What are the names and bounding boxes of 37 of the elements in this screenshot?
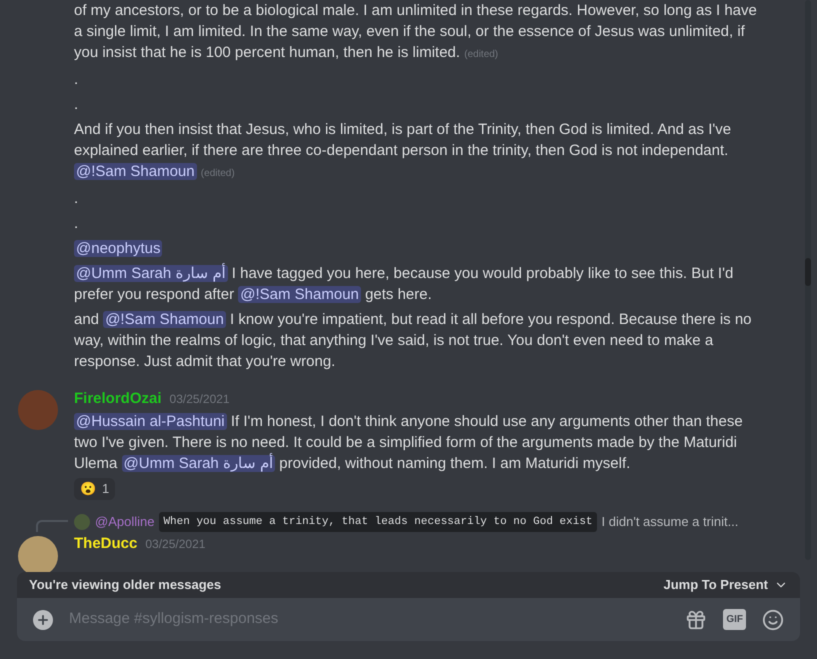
timestamp: 03/25/2021 (170, 391, 230, 408)
scrollbar-track[interactable] (805, 0, 811, 560)
jump-to-present-button[interactable]: Jump To Present (663, 575, 788, 595)
reaction-count: 1 (102, 480, 110, 498)
message-text: . (74, 70, 80, 90)
reply-connector (36, 520, 68, 532)
user-mention[interactable]: @!Sam Shamoun (238, 286, 361, 303)
gif-button[interactable]: GIF (723, 609, 746, 630)
add-attachment-button[interactable] (33, 610, 53, 630)
reply-author[interactable]: @Apolline (95, 512, 154, 532)
reply-code: When you assume a trinity, that leads necessarily to no God exist (159, 512, 597, 532)
scrollbar-thumb[interactable] (805, 258, 811, 286)
older-messages-text: You're viewing older messages (29, 576, 222, 594)
user-mention[interactable]: @neophytus (74, 240, 162, 257)
message-text: . (74, 214, 80, 234)
user-mention[interactable]: @Umm Sarah أم سارة (122, 454, 276, 472)
message-text: of my ancestors, or to be a biological male. I am unlimited in these regards. However, so long as I have a single limit, I am limited. In the same way, even if the soul, or the essence of Jesus was unlimited, if you insist that he is 100 percent human, then he is limited. (edited) (74, 1, 758, 63)
message-text: And if you then insist that Jesus, who is limited, is part of the Trinity, then God is limited. And as I've explained earlier, if there are three co-dependant person in the trinity, then God is not independant. @!Sam Shamoun (edited) (74, 120, 732, 182)
timestamp: 03/25/2021 (145, 536, 206, 553)
message-text: . (74, 95, 80, 115)
author-name[interactable]: FirelordOzai (74, 388, 162, 410)
user-mention[interactable]: @Umm Sarah أم سارة (74, 265, 228, 282)
reaction-pill[interactable]: 😮 1 (74, 478, 116, 500)
edited-label: (edited) (200, 168, 235, 179)
user-mention[interactable]: @!Sam Shamoun (103, 311, 226, 328)
message-text: . (74, 189, 80, 209)
user-mention[interactable]: @Hussain al-Pashtuni (74, 412, 227, 430)
user-mention[interactable]: @!Sam Shamoun (74, 163, 197, 180)
plus-icon (36, 612, 50, 626)
reply-avatar (74, 514, 90, 530)
gift-icon[interactable] (685, 608, 708, 630)
author-name[interactable]: TheDucc (74, 533, 138, 556)
emoji-icon[interactable] (762, 608, 784, 630)
reply-preview[interactable]: I didn't assume a trinit... (602, 512, 738, 532)
message-text: and @!Sam Shamoun I know you're impatient, but read it all before you respond. Because there is no way, within the realms of logic, that anything I've said, is not true. You don't even need to make a response. Just admit that you're wrong. (74, 310, 752, 372)
reaction-emoji: 😮 (80, 480, 96, 498)
edited-label: (edited) (464, 49, 498, 60)
